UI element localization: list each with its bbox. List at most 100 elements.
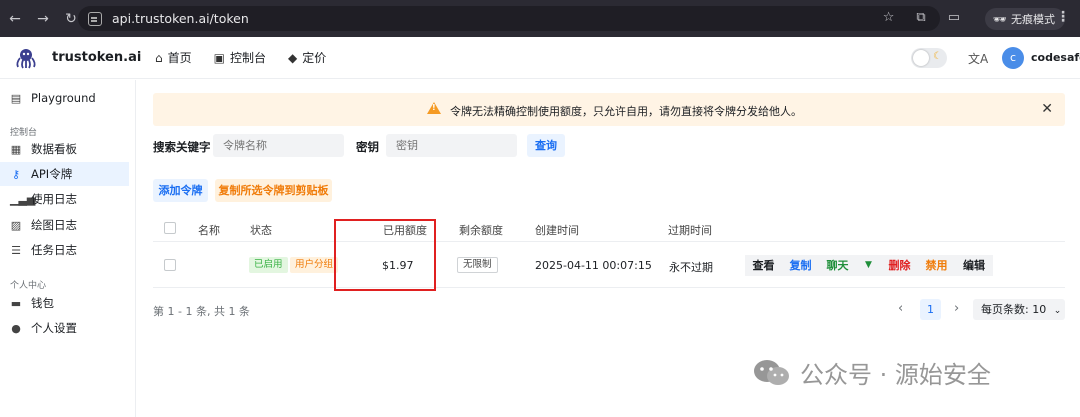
forward-icon[interactable]: → (36, 11, 50, 27)
language-icon[interactable]: 文A (968, 50, 988, 67)
table-row: 已启用 用户分组 $1.97 无限制 2025-04-11 00:07:15 永… (153, 243, 1065, 288)
sidebar-item-label: 任务日志 (31, 243, 77, 257)
address-bar[interactable]: api.trustoken.ai/token (78, 6, 940, 31)
row-checkbox[interactable] (164, 259, 176, 271)
app-header: trustoken.ai ⌂ 首页 ▣ 控制台 ◆ 定价 ☾ 文A c code… (0, 37, 1080, 79)
sidebar-item-task-logs[interactable]: ☰ 任务日志 (0, 238, 129, 262)
incognito-badge[interactable]: 🕶 无痕模式 (985, 8, 1065, 30)
sidebar-item-label: 数据看板 (31, 142, 77, 156)
page-size-label: 每页条数: 10 (981, 303, 1047, 316)
top-nav: ⌂ 首页 ▣ 控制台 ◆ 定价 (155, 49, 326, 66)
delete-button[interactable]: 删除 (881, 255, 918, 276)
checklist-icon: ☰ (11, 243, 21, 257)
nav-pricing-label: 定价 (302, 51, 327, 65)
avatar[interactable]: c (1002, 47, 1024, 69)
sidebar-item-label: 钱包 (31, 296, 54, 310)
nav-home-label: 首页 (167, 51, 192, 65)
reload-icon[interactable]: ↻ (64, 11, 78, 27)
column-header: 过期时间 (668, 224, 712, 237)
group-badge: 用户分组 (290, 257, 339, 273)
brand-name[interactable]: trustoken.ai (52, 50, 141, 65)
column-header: 创建时间 (535, 224, 579, 237)
copy-selected-button[interactable]: 复制所选令牌到剪贴板 (215, 179, 332, 202)
expire-time: 永不过期 (669, 261, 713, 274)
select-all-checkbox[interactable] (164, 222, 176, 234)
extensions-icon[interactable]: ⧉ (916, 10, 925, 25)
status-badge: 已启用 (249, 257, 288, 273)
octopus-logo-icon[interactable] (14, 47, 38, 69)
warning-banner: 令牌无法精确控制使用额度，只允许自用，请勿直接将令牌分发给他人。 ✕ (153, 93, 1065, 126)
nav-pricing[interactable]: ◆ 定价 (288, 49, 326, 66)
copy-button[interactable]: 复制 (782, 255, 819, 276)
warning-text: 令牌无法精确控制使用额度，只允许自用，请勿直接将令牌分发给他人。 (450, 105, 802, 118)
user-icon: ● (11, 321, 21, 335)
remaining-quota-badge: 无限制 (457, 257, 498, 273)
keyword-label: 搜索关键字 (153, 140, 211, 154)
key-input[interactable] (386, 134, 517, 157)
chart-bars-icon: ▁▃▅ (10, 192, 36, 206)
column-header: 名称 (198, 224, 220, 237)
watermark-text: 公众号 · 源始安全 (800, 361, 991, 389)
dashboard-icon: ▦ (10, 142, 22, 156)
playground-icon: ▤ (10, 91, 22, 105)
toggle-knob (913, 50, 929, 66)
username[interactable]: codesafe (1031, 51, 1080, 64)
chat-dropdown-chevron-down-icon[interactable]: ▼ (856, 255, 881, 276)
page-size-select[interactable]: 每页条数: 10 ⌄ (973, 299, 1065, 320)
bookmark-star-icon[interactable]: ☆ (883, 10, 895, 25)
sidebar-item-label: Playground (31, 91, 96, 105)
sidebar-item-playground[interactable]: ▤ Playground (0, 86, 129, 110)
key-label: 密钥 (356, 140, 379, 154)
warning-icon (427, 102, 441, 114)
site-settings-icon[interactable] (88, 11, 102, 26)
page-number-current[interactable]: 1 (920, 299, 941, 320)
browser-nav: ← → ↻ (0, 11, 78, 27)
sidebar-item-label: 使用日志 (31, 192, 77, 206)
nav-console[interactable]: ▣ 控制台 (214, 49, 266, 66)
wallet-icon: ▬ (10, 296, 22, 310)
home-icon: ⌂ (155, 50, 163, 65)
token-name-input[interactable] (213, 134, 344, 157)
browser-menu-icon[interactable]: ⋮ (1056, 9, 1070, 25)
sidebar-item-api-tokens[interactable]: ⚷ API令牌 (0, 162, 129, 186)
key-icon: ⚷ (11, 167, 21, 181)
view-button[interactable]: 查看 (745, 255, 782, 276)
incognito-icon: 🕶 (993, 12, 1007, 26)
sidebar-item-drawing-logs[interactable]: ▨ 绘图日志 (0, 213, 129, 237)
query-button[interactable]: 查询 (527, 134, 565, 157)
sidebar-item-label: API令牌 (31, 167, 73, 181)
add-token-button[interactable]: 添加令牌 (153, 179, 208, 202)
sidebar-panel-icon[interactable]: ▭ (948, 10, 960, 25)
disable-button[interactable]: 禁用 (918, 255, 955, 276)
terminal-icon: ▣ (213, 50, 225, 65)
created-time: 2025-04-11 00:07:15 (535, 259, 652, 272)
back-icon[interactable]: ← (8, 11, 22, 27)
sidebar-item-label: 绘图日志 (31, 218, 77, 232)
chat-button[interactable]: 聊天 (819, 255, 856, 276)
close-icon[interactable]: ✕ (1041, 101, 1053, 117)
column-header: 状态 (250, 224, 272, 237)
sidebar-item-usage-logs[interactable]: ▁▃▅ 使用日志 (0, 187, 129, 211)
wechat-logo-icon (754, 359, 789, 385)
browser-toolbar: ← → ↻ api.trustoken.ai/token ☆ ⧉ ▭ 🕶 无痕模… (0, 0, 1080, 37)
chevron-left-icon[interactable]: ‹ (898, 301, 903, 316)
nav-console-label: 控制台 (229, 51, 266, 65)
nav-home[interactable]: ⌂ 首页 (155, 49, 192, 66)
sidebar-item-wallet[interactable]: ▬ 钱包 (0, 291, 129, 315)
table-header: 名称 状态 已用额度 剩余额度 创建时间 过期时间 (153, 214, 1065, 242)
browser-actions: ☆ ⧉ ▭ (883, 10, 960, 25)
url-text[interactable]: api.trustoken.ai/token (112, 11, 249, 26)
tag-icon: ◆ (288, 50, 298, 65)
moon-icon: ☾ (933, 51, 942, 62)
pagination-info: 第 1 - 1 条, 共 1 条 (153, 305, 250, 318)
theme-toggle[interactable]: ☾ (911, 48, 947, 68)
highlight-box (334, 219, 436, 291)
sidebar-item-dashboard[interactable]: ▦ 数据看板 (0, 137, 129, 161)
chevron-right-icon[interactable]: › (954, 301, 959, 316)
chevron-down-icon: ⌄ (1053, 306, 1062, 316)
sidebar: ▤ Playground 控制台 ▦ 数据看板 ⚷ API令牌 ▁▃▅ 使用日志… (0, 80, 136, 417)
sidebar-item-settings[interactable]: ● 个人设置 (0, 316, 129, 340)
watermark: 公众号 · 源始安全 (752, 355, 991, 390)
incognito-label: 无痕模式 (1010, 13, 1055, 26)
edit-button[interactable]: 编辑 (955, 255, 993, 276)
